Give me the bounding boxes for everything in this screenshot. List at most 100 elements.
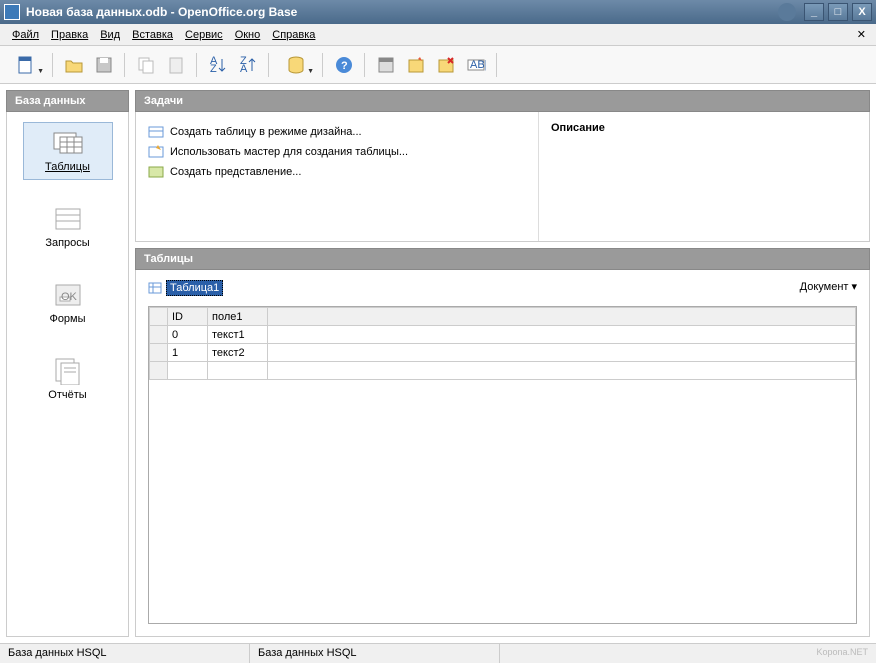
task-create-design[interactable]: Создать таблицу в режиме дизайна... [148,122,526,142]
separator [268,53,270,77]
view-mode-menu[interactable]: Документ ▾ [800,280,857,293]
cell-id[interactable]: 0 [168,326,208,344]
delete-form-icon [436,55,456,75]
menu-edit[interactable]: Правка [45,27,94,43]
wizard-form-button[interactable] [402,51,430,79]
form-button[interactable] [372,51,400,79]
new-doc-button[interactable]: ▼ [6,51,46,79]
open-button[interactable] [60,51,88,79]
table-item-label: Таблица1 [166,280,223,296]
separator [322,53,324,77]
status-db-type: База данных HSQL [0,644,250,663]
reports-icon [52,357,84,385]
row-selector[interactable] [150,362,168,380]
table-icon [148,281,162,295]
task-create-wizard[interactable]: Использовать мастер для создания таблицы… [148,142,526,162]
svg-text:Z: Z [210,63,217,75]
description-label: Описание [551,122,857,134]
save-button[interactable] [90,51,118,79]
sort-desc-icon: ZA [238,55,258,75]
status-db-engine: База данных HSQL [250,644,500,663]
watermark: Kopona.NET [808,644,876,663]
menu-help[interactable]: Справка [266,27,321,43]
separator [364,53,366,77]
tasks-panel: Задачи Создать таблицу в режиме дизайна.… [135,90,870,242]
nav-tables[interactable]: Таблицы [23,122,113,180]
menu-bar: Файл Правка Вид Вставка Сервис Окно Спра… [0,24,876,46]
sidebar-header: База данных [6,90,129,112]
copy-button[interactable] [132,51,160,79]
maximize-button[interactable]: □ [828,3,848,21]
table-row[interactable]: 0 текст1 [150,326,856,344]
col-header-field1[interactable]: поле1 [208,308,268,326]
table-item[interactable]: Таблица1 [148,280,223,296]
os-logo-icon [778,3,796,21]
nav-reports-label: Отчёты [48,389,86,401]
rename-icon: AB| [466,55,486,75]
menu-tools[interactable]: Сервис [179,27,229,43]
minimize-button[interactable]: _ [804,3,824,21]
separator [124,53,126,77]
menubar-close-icon[interactable]: ✕ [853,28,870,41]
sort-desc-button[interactable]: ZA [234,51,262,79]
wizard-icon [406,55,426,75]
status-bar: База данных HSQL База данных HSQL Kopona… [0,643,876,663]
forms-icon: OK [52,281,84,309]
create-view-icon [148,164,164,180]
menu-file[interactable]: Файл [6,27,45,43]
nav-forms[interactable]: OK Формы [23,274,113,332]
copy-icon [136,55,156,75]
delete-form-button[interactable] [432,51,460,79]
paste-button[interactable] [162,51,190,79]
svg-text:?: ? [341,60,348,72]
database-icon [286,55,306,75]
svg-text:OK: OK [61,291,78,303]
help-button[interactable]: ? [330,51,358,79]
table-wizard-icon [148,144,164,160]
separator [196,53,198,77]
menu-view[interactable]: Вид [94,27,126,43]
col-header-empty[interactable] [268,308,856,326]
svg-text:AB|: AB| [470,59,486,71]
tasks-header: Задачи [135,90,870,112]
cell-field1[interactable]: текст2 [208,344,268,362]
col-header-id[interactable]: ID [168,308,208,326]
save-icon [94,55,114,75]
db-button[interactable]: ▼ [276,51,316,79]
cell-id[interactable]: 1 [168,344,208,362]
cell-field1[interactable]: текст1 [208,326,268,344]
help-icon: ? [334,55,354,75]
sidebar-body: Таблицы Запросы OK Формы Отчёты [6,112,129,637]
menu-window[interactable]: Окно [229,27,267,43]
task-create-view[interactable]: Создать представление... [148,162,526,182]
toolbar: ▼ AZ ZA ▼ ? AB| [0,46,876,84]
menu-insert[interactable]: Вставка [126,27,179,43]
row-selector[interactable] [150,344,168,362]
table-preview: ID поле1 0 текст1 1 [148,306,857,624]
table-row-empty[interactable] [150,362,856,380]
close-button[interactable]: X [852,3,872,21]
app-icon [4,4,20,20]
nav-forms-label: Формы [49,313,85,325]
table-row[interactable]: 1 текст2 [150,344,856,362]
nav-queries-label: Запросы [45,237,89,249]
window-controls: _ □ X [804,3,872,21]
description-column: Описание [539,112,869,241]
rename-button[interactable]: AB| [462,51,490,79]
nav-queries[interactable]: Запросы [23,198,113,256]
separator [496,53,498,77]
tables-icon [52,129,84,157]
svg-text:A: A [240,63,248,75]
sort-asc-icon: AZ [208,55,228,75]
main-area: База данных Таблицы Запросы OK Формы Отч… [0,84,876,643]
row-selector[interactable] [150,326,168,344]
sort-asc-button[interactable]: AZ [204,51,232,79]
queries-icon [52,205,84,233]
new-doc-icon [16,55,36,75]
window-title: Новая база данных.odb - OpenOffice.org B… [26,5,778,19]
row-header-blank[interactable] [150,308,168,326]
nav-reports[interactable]: Отчёты [23,350,113,408]
tables-header: Таблицы [135,248,870,270]
title-bar: Новая база данных.odb - OpenOffice.org B… [0,0,876,24]
tasks-list: Создать таблицу в режиме дизайна... Испо… [136,112,539,241]
